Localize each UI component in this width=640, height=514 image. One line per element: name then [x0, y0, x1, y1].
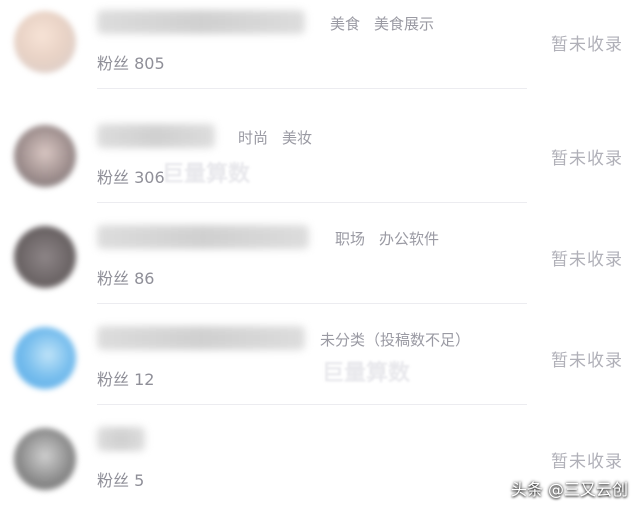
- category-tags: 美食 美食展示: [330, 13, 434, 34]
- account-name-blurred: [97, 427, 145, 451]
- account-list: 美食 美食展示 粉丝 805 暂未收录 时尚 美妆 粉丝 306 暂未收录 职场…: [0, 0, 640, 514]
- status-label: 暂未收录: [551, 452, 623, 472]
- status-label: 暂未收录: [551, 149, 623, 169]
- watermark: 巨量算数: [162, 162, 251, 187]
- list-item[interactable]: 时尚 美妆 粉丝 306 暂未收录: [0, 102, 640, 203]
- category-tag: 美食: [330, 15, 361, 33]
- avatar: [14, 428, 76, 490]
- divider: [97, 88, 527, 89]
- category-tag: 未分类（投稿数不足）: [320, 331, 471, 349]
- account-name-blurred: [97, 124, 215, 148]
- category-tag: 美妆: [282, 129, 313, 147]
- status-label: 暂未收录: [551, 351, 623, 371]
- category-tags: 未分类（投稿数不足）: [320, 329, 470, 350]
- source-credit: 头条 @三又云创: [510, 480, 628, 499]
- avatar: [14, 226, 76, 288]
- category-tag: 职场: [335, 230, 366, 248]
- list-item[interactable]: 职场 办公软件 粉丝 86 暂未收录: [0, 203, 640, 304]
- list-item[interactable]: 美食 美食展示 粉丝 805 暂未收录: [0, 0, 640, 89]
- fans-count: 粉丝 306: [97, 168, 165, 187]
- category-tag: 办公软件: [379, 230, 440, 248]
- account-name-blurred: [97, 10, 305, 34]
- category-tags: 职场 办公软件: [335, 228, 439, 249]
- avatar: [14, 11, 76, 73]
- watermark: 巨量算数: [322, 361, 411, 386]
- avatar: [14, 125, 76, 187]
- status-label: 暂未收录: [551, 35, 623, 55]
- list-item[interactable]: 未分类（投稿数不足） 粉丝 12 暂未收录: [0, 304, 640, 405]
- status-label: 暂未收录: [551, 250, 623, 270]
- fans-count: 粉丝 805: [97, 54, 165, 73]
- account-name-blurred: [97, 326, 305, 350]
- fans-count: 粉丝 86: [97, 269, 155, 288]
- fans-count: 粉丝 5: [97, 471, 145, 490]
- avatar: [14, 327, 76, 389]
- category-tag: 美食展示: [374, 15, 435, 33]
- category-tags: 时尚 美妆: [238, 127, 312, 148]
- fans-count: 粉丝 12: [97, 370, 155, 389]
- category-tag: 时尚: [238, 129, 269, 147]
- account-name-blurred: [97, 225, 309, 249]
